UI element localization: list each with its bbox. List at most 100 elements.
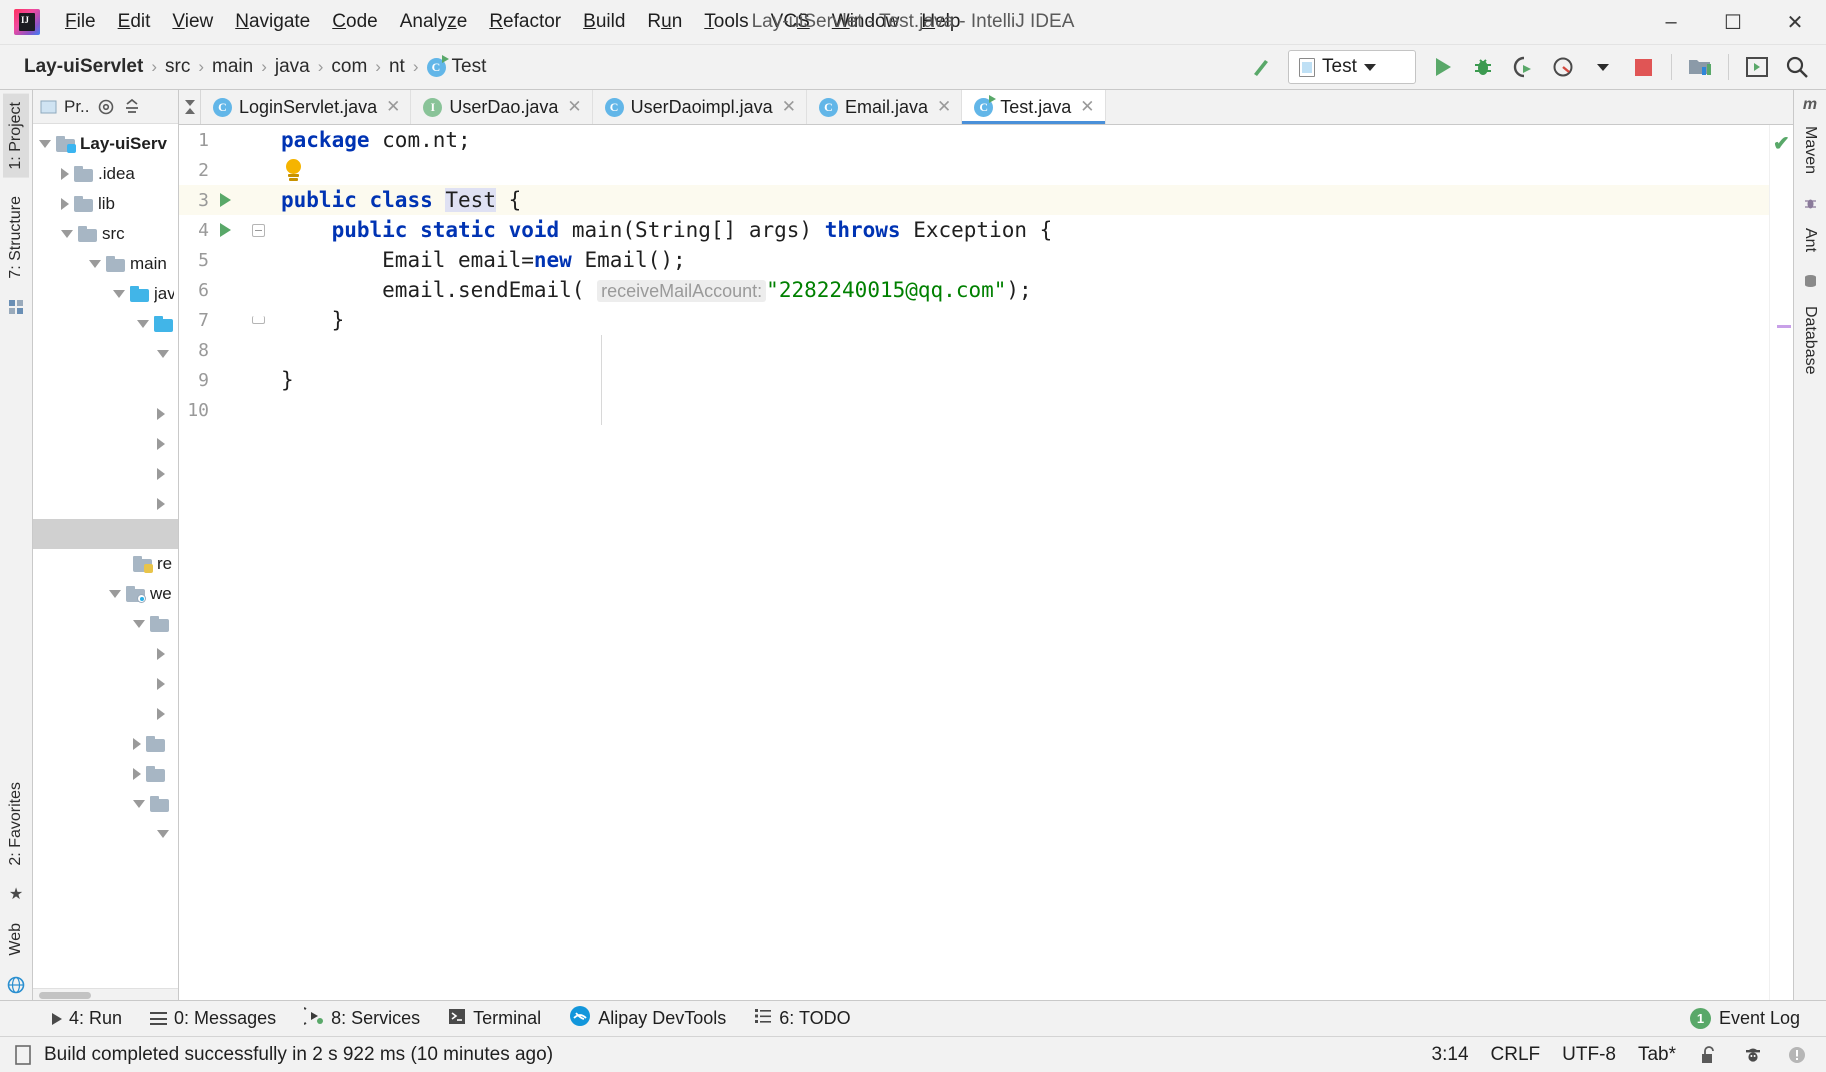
chevron-down-icon[interactable] <box>61 230 73 238</box>
close-icon[interactable]: ✕ <box>567 97 581 117</box>
breadcrumb-item-project[interactable]: Lay-uiServlet <box>18 53 149 81</box>
chevron-down-icon[interactable] <box>157 350 169 358</box>
hector-icon[interactable] <box>1742 1044 1764 1066</box>
chevron-right-icon[interactable] <box>133 768 141 780</box>
event-log-button[interactable]: 1 Event Log <box>1680 1004 1810 1033</box>
tree-node-row[interactable] <box>33 609 178 639</box>
chevron-right-icon[interactable] <box>157 648 165 660</box>
chevron-right-icon[interactable] <box>61 198 69 210</box>
file-encoding[interactable]: UTF-8 <box>1562 1044 1616 1066</box>
tab-userdao[interactable]: I UserDao.java ✕ <box>411 90 592 124</box>
minimize-button[interactable]: – <box>1640 0 1702 45</box>
notification-icon[interactable] <box>1786 1044 1808 1066</box>
menu-analyze[interactable]: Analyze <box>389 7 479 38</box>
sidebar-item-web[interactable]: Web <box>3 915 29 964</box>
chevron-right-icon[interactable] <box>157 438 165 450</box>
sidebar-item-structure[interactable]: 7: Structure <box>3 188 29 287</box>
chevron-down-icon[interactable] <box>133 620 145 628</box>
tree-node-row[interactable] <box>33 459 178 489</box>
menu-tools[interactable]: Tools <box>693 7 759 38</box>
run-button[interactable] <box>1424 48 1462 86</box>
breadcrumb-item-nt[interactable]: nt <box>383 53 411 81</box>
editor-gutter[interactable]: 1 2 3 4 5 <box>179 125 271 1000</box>
menu-build[interactable]: Build <box>572 7 636 38</box>
fold-toggle-icon[interactable] <box>252 224 265 237</box>
tree-node-src[interactable]: src <box>33 219 178 249</box>
fold-end-icon[interactable] <box>252 316 265 324</box>
tree-node-row[interactable] <box>33 759 178 789</box>
gear-icon[interactable] <box>96 97 116 117</box>
close-icon[interactable]: ✕ <box>386 97 400 117</box>
breadcrumb-item-src[interactable]: src <box>159 53 196 81</box>
indent-setting[interactable]: Tab* <box>1638 1044 1676 1066</box>
line-separator[interactable]: CRLF <box>1491 1044 1541 1066</box>
sidebar-item-favorites[interactable]: 2: Favorites <box>3 774 29 874</box>
tree-node-package[interactable] <box>33 309 178 339</box>
tab-test[interactable]: C Test.java ✕ <box>962 90 1105 124</box>
menu-view[interactable]: View <box>161 7 224 38</box>
close-icon[interactable]: ✕ <box>782 97 796 117</box>
inspection-ok-icon[interactable]: ✔ <box>1773 131 1790 156</box>
unlock-icon[interactable] <box>1698 1044 1720 1066</box>
run-gutter-icon[interactable] <box>220 223 231 237</box>
chevron-down-icon[interactable] <box>39 140 51 148</box>
tool-window-messages[interactable]: 0: Messages <box>138 1004 288 1033</box>
project-tree[interactable]: Lay-uiServ .idea lib src <box>33 124 178 1000</box>
breadcrumb-item-com[interactable]: com <box>325 53 373 81</box>
chevron-down-icon[interactable] <box>137 320 149 328</box>
collapse-all-icon[interactable] <box>122 97 142 117</box>
menu-edit[interactable]: Edit <box>107 7 162 38</box>
close-icon[interactable]: ✕ <box>1080 97 1094 117</box>
tab-email[interactable]: C Email.java ✕ <box>807 90 962 124</box>
tree-node-row[interactable] <box>33 399 178 429</box>
close-icon[interactable]: ✕ <box>937 97 951 117</box>
sidebar-item-ant[interactable]: Ant <box>1797 196 1823 260</box>
tree-node-webapp[interactable]: we <box>33 579 178 609</box>
chevron-right-icon[interactable] <box>157 708 165 720</box>
tree-node-selected[interactable] <box>33 519 178 549</box>
sidebar-item-maven[interactable]: m Maven <box>1797 96 1823 182</box>
inspection-marker-bar[interactable]: ✔ <box>1769 125 1793 1000</box>
tool-window-run[interactable]: 4: Run <box>40 1004 134 1033</box>
profiler-button[interactable] <box>1544 48 1582 86</box>
tree-node-main[interactable]: main <box>33 249 178 279</box>
tree-node-resources[interactable]: re <box>33 549 178 579</box>
tree-node-row[interactable] <box>33 699 178 729</box>
menu-refactor[interactable]: Refactor <box>478 7 572 38</box>
run-configuration-selector[interactable]: Test <box>1288 50 1416 84</box>
tool-window-terminal[interactable]: Terminal <box>436 1004 553 1034</box>
breadcrumb-item-main[interactable]: main <box>206 53 259 81</box>
open-window-icon[interactable] <box>1738 48 1776 86</box>
build-hammer-icon[interactable] <box>1242 48 1280 86</box>
tree-node-row[interactable] <box>33 429 178 459</box>
tab-loginservlet[interactable]: C LoginServlet.java ✕ <box>201 90 411 124</box>
tree-node-row[interactable] <box>33 669 178 699</box>
sidebar-item-database[interactable]: Database <box>1797 274 1823 383</box>
chevron-right-icon[interactable] <box>157 678 165 690</box>
chevron-right-icon[interactable] <box>61 168 69 180</box>
intention-bulb-icon[interactable] <box>283 159 304 182</box>
search-everywhere-icon[interactable] <box>1778 48 1816 86</box>
tree-node-lib[interactable]: lib <box>33 189 178 219</box>
star-icon[interactable]: ★ <box>5 883 27 905</box>
run-with-coverage-button[interactable] <box>1504 48 1542 86</box>
tool-window-alipay-devtools[interactable]: Alipay DevTools <box>557 1001 738 1036</box>
maximize-button[interactable]: ☐ <box>1702 0 1764 45</box>
profiler-dropdown[interactable] <box>1584 48 1622 86</box>
breadcrumb-item-java[interactable]: java <box>269 53 316 81</box>
update-project-icon[interactable] <box>1681 48 1719 86</box>
tree-node-row[interactable] <box>33 789 178 819</box>
code-text[interactable]: package com.nt; public class Test { publ… <box>271 125 1769 1000</box>
tree-node-row[interactable] <box>33 639 178 669</box>
code-editor[interactable]: 1 2 3 4 5 <box>179 125 1793 1000</box>
chevron-down-icon[interactable] <box>113 290 125 298</box>
chevron-down-icon[interactable] <box>109 590 121 598</box>
chevron-right-icon[interactable] <box>157 498 165 510</box>
debug-button[interactable] <box>1464 48 1502 86</box>
tab-list-button[interactable] <box>179 90 201 124</box>
chevron-right-icon[interactable] <box>133 738 141 750</box>
chevron-right-icon[interactable] <box>157 468 165 480</box>
menu-file[interactable]: File <box>54 7 107 38</box>
tab-userdaoimpl[interactable]: C UserDaoimpl.java ✕ <box>593 90 807 124</box>
tool-window-todo[interactable]: 6: TODO <box>742 1004 862 1033</box>
